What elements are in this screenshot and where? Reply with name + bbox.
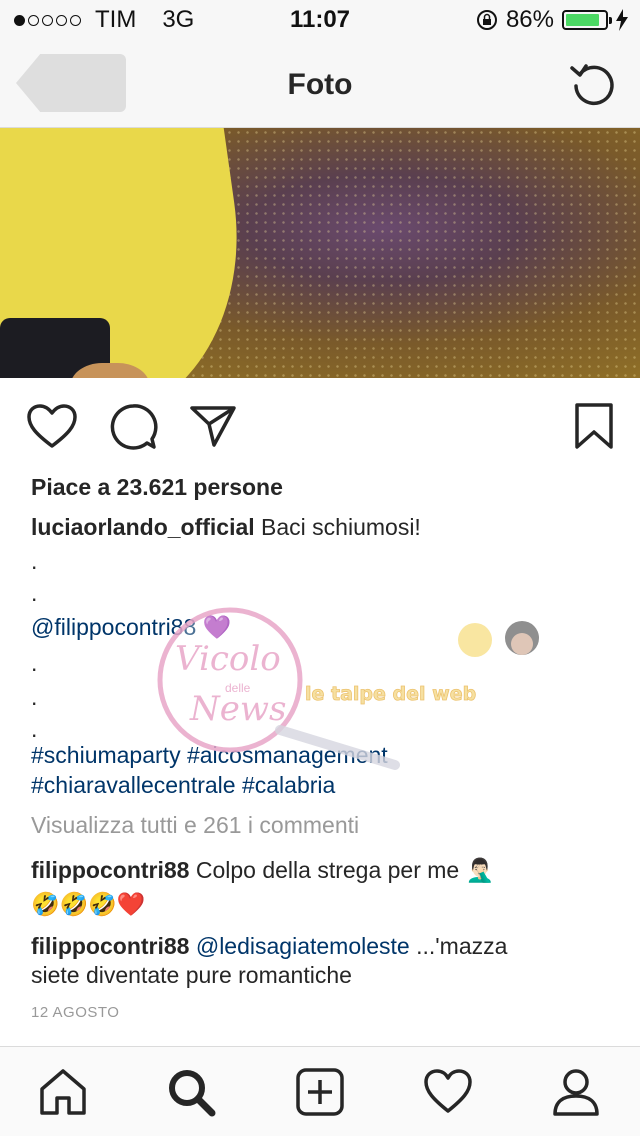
comment-username[interactable]: filippocontri88: [31, 857, 189, 883]
comment-line: filippocontri88 Colpo della strega per m…: [31, 857, 494, 884]
profile-icon[interactable]: [551, 1067, 601, 1117]
post-date: 12 AGOSTO: [31, 1004, 120, 1021]
tab-bar: [0, 1046, 640, 1136]
comment-mention-link[interactable]: @ledisagiatemoleste: [196, 933, 410, 959]
comment-line: filippocontri88 @ledisagiatemoleste ...'…: [31, 933, 507, 960]
activity-heart-icon[interactable]: [423, 1067, 473, 1117]
rotation-lock-icon: [476, 10, 497, 30]
post-actions: [0, 378, 640, 470]
battery-icon: [562, 10, 612, 30]
caption-dot: .: [31, 684, 38, 710]
caption-line: luciaorlando_official Baci schiumosi!: [31, 514, 421, 541]
comment-text: Colpo della strega per me 🤦🏻‍♂️: [195, 857, 495, 883]
author-username[interactable]: luciaorlando_official: [31, 514, 255, 540]
caption-dot: .: [31, 580, 38, 606]
mention-line: @filippocontri88 💜: [31, 614, 231, 641]
watermark-brand-text: Vicolo: [175, 639, 281, 679]
watermark-brand-text: News: [189, 689, 286, 729]
likes-count[interactable]: Piace a 23.621 persone: [31, 474, 283, 501]
view-all-comments-link[interactable]: Visualizza tutti e 261 i commenti: [31, 812, 359, 839]
status-bar: TIM 3G 11:07 86%: [0, 0, 640, 40]
share-send-icon[interactable]: [188, 402, 238, 448]
caption-dot: .: [31, 716, 38, 742]
mention-link[interactable]: @filippocontri88: [31, 614, 196, 640]
like-heart-icon[interactable]: [26, 404, 78, 450]
caption-dot: .: [31, 548, 38, 574]
search-icon[interactable]: [166, 1067, 216, 1117]
battery-percent: 86%: [505, 6, 554, 33]
watermark-brand-text: delle: [225, 681, 251, 695]
watermark-brand-text: le talpe del web: [305, 683, 476, 705]
purple-heart-emoji: 💜: [202, 614, 232, 640]
bookmark-icon[interactable]: [574, 402, 614, 450]
comment-text: ...'mazza: [409, 933, 508, 959]
navigation-bar: Foto: [0, 40, 640, 128]
new-post-icon[interactable]: [295, 1067, 345, 1117]
charging-bolt-icon: [616, 9, 628, 31]
refresh-icon[interactable]: [566, 58, 618, 110]
hashtags-line[interactable]: #schiumaparty #aicosmanagement: [31, 742, 388, 769]
comment-username[interactable]: filippocontri88: [31, 933, 189, 959]
post-photo[interactable]: [0, 128, 640, 378]
caption-dot: .: [31, 650, 38, 676]
page-title: Foto: [287, 68, 353, 101]
hashtags-line[interactable]: #chiaravallecentrale #calabria: [31, 772, 335, 799]
comment-icon[interactable]: [108, 402, 158, 452]
home-icon[interactable]: [38, 1067, 88, 1117]
comment-emojis: 🤣🤣🤣❤️: [31, 891, 146, 917]
comment-text-continued: siete diventate pure romantiche: [31, 962, 352, 988]
status-right: 86%: [476, 6, 628, 34]
caption-text: Baci schiumosi!: [261, 514, 421, 540]
